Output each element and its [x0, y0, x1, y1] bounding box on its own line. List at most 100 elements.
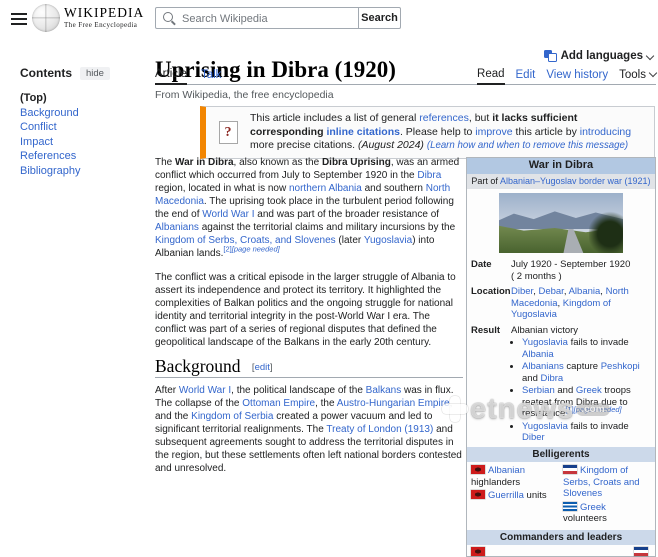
date-value: July 1920 - September 1920( 2 months ) [511, 259, 651, 282]
wikipedia-wordmark[interactable]: WIKIPEDIA The Free Encyclopedia [64, 6, 144, 29]
text-span: After [155, 385, 179, 396]
infobox-row-date: Date July 1920 - September 1920( 2 month… [467, 257, 655, 284]
contents-title: Contents [20, 66, 72, 80]
text-link[interactable]: Yugoslavia [522, 421, 568, 432]
tab-edit[interactable]: Edit [516, 69, 536, 84]
text-link[interactable]: Yugoslavia [522, 337, 568, 348]
article-body: The War in Dibra, also known as the Dibr… [155, 156, 463, 486]
text-span: and [522, 372, 541, 384]
date-label: Date [471, 259, 492, 270]
sidebar-item-bibliography[interactable]: Bibliography [20, 164, 146, 179]
text-span: ( 2 months ) [511, 270, 562, 282]
text-link[interactable]: World War I [179, 385, 231, 396]
wikipedia-globe-icon[interactable] [32, 4, 60, 32]
text-span: (August 2024) [357, 139, 424, 151]
text-link[interactable]: introducing [580, 126, 631, 138]
text-link[interactable]: Albanian–Yugoslav border war (1921) [500, 176, 651, 186]
paragraph-lead-2: The conflict was a critical episode in t… [155, 271, 463, 349]
text-span: , the political landscape of the [231, 385, 366, 396]
sidebar-item-impact[interactable]: Impact [20, 135, 146, 150]
edit-section-link[interactable]: [edit] [252, 362, 273, 373]
text-link[interactable]: Diber [511, 286, 533, 297]
text-span: capture [563, 361, 601, 372]
text-link[interactable]: Debar [538, 286, 563, 297]
albanian-flag-icon [471, 547, 485, 556]
text-link[interactable]: Balkans [366, 385, 402, 396]
text-link[interactable]: references [419, 112, 469, 124]
text-link[interactable]: [1] [565, 405, 573, 414]
text-link[interactable]: [page needed] [574, 405, 622, 414]
text-link[interactable]: Albania [569, 286, 601, 297]
result-bullet: Serbian and Greek troops reateat from Di… [522, 385, 651, 420]
text-link[interactable]: Albania [522, 349, 554, 360]
text-link[interactable]: [page needed] [232, 245, 280, 254]
text-span: fails to invade [567, 337, 629, 348]
tab-article[interactable]: Article [155, 68, 187, 85]
text-link[interactable]: Dibra [541, 373, 564, 384]
text-span: volunteers [563, 513, 607, 524]
sidebar-item-top[interactable]: (Top) [20, 91, 146, 106]
text-link[interactable]: Serbian [522, 385, 555, 396]
text-span: this article by [512, 125, 580, 138]
commanders-header: Commanders and leaders [467, 529, 655, 545]
tab-view-history[interactable]: View history [546, 69, 608, 84]
yugoslav-flag-icon [563, 465, 577, 474]
add-languages-button[interactable]: Add languages [543, 50, 655, 62]
text-link[interactable]: Guerrilla [488, 490, 524, 501]
text-link[interactable]: Austro-Hungarian Empire [337, 398, 450, 409]
paragraph-lead-1: The War in Dibra, also known as the Dibr… [155, 156, 463, 260]
text-link[interactable]: Dibra [417, 170, 441, 181]
greek-flag-icon [563, 501, 577, 511]
text-link[interactable]: Kingdom of Serbia [191, 411, 273, 422]
photo-bush [589, 211, 623, 253]
albanian-flag-icon [471, 465, 485, 474]
text-span: War in Dibra [175, 157, 234, 168]
sidebar-item-conflict[interactable]: Conflict [20, 120, 146, 135]
text-link[interactable]: [2] [223, 245, 231, 254]
text-link[interactable]: Peshkopi [601, 361, 640, 372]
text-link[interactable]: northern Albania [289, 183, 362, 194]
belligerent-line: Guerrilla units [471, 490, 559, 502]
chevron-down-icon [648, 68, 658, 78]
text-span: Part of [471, 175, 500, 186]
text-span: Albanian victory [511, 324, 579, 336]
site-tagline: From Wikipedia, the free encyclopedia [155, 89, 334, 101]
text-span: ] [269, 362, 273, 373]
search-button[interactable]: Search [358, 7, 401, 29]
albanian-flag-icon [471, 490, 485, 499]
text-link[interactable]: Albanians [155, 222, 199, 233]
infobox-war-in-dibra: War in Dibra Part of Albanian–Yugoslav b… [466, 157, 656, 557]
text-link[interactable]: Ottoman Empire [242, 398, 315, 409]
search-box[interactable] [155, 7, 359, 29]
infobox-photo[interactable] [499, 193, 623, 253]
text-link[interactable]: Greek [576, 385, 602, 396]
sidebar-item-background[interactable]: Background [20, 106, 146, 121]
text-link[interactable]: Greek [580, 502, 606, 513]
contents-hide-button[interactable]: hide [80, 66, 110, 80]
text-link[interactable]: Albanians [522, 361, 564, 372]
text-link[interactable]: (Learn how and when to remove this messa… [427, 140, 628, 151]
text-span: The [155, 157, 176, 168]
text-link[interactable]: Treaty of London (1913) [326, 424, 433, 435]
text-link[interactable]: improve [475, 126, 512, 138]
text-link[interactable]: Diber [522, 432, 545, 443]
text-link[interactable]: Yugoslavia [364, 235, 412, 246]
contents-sidebar: Contents hide (Top) Background Conflict … [20, 66, 146, 178]
tab-read[interactable]: Read [477, 68, 505, 85]
wordmark-title: WIKIPEDIA [64, 5, 145, 20]
result-value: Albanian victory Yugoslavia fails to inv… [511, 325, 651, 445]
text-link[interactable]: inline citations [326, 126, 400, 138]
result-bullet: Yugoslavia fails to invade Diber [522, 421, 651, 444]
chevron-down-icon [645, 51, 655, 61]
search-icon [163, 12, 173, 22]
tab-talk[interactable]: Talk [201, 69, 221, 84]
text-link[interactable]: World War I [202, 209, 254, 220]
sidebar-item-references[interactable]: References [20, 149, 146, 164]
tab-tools[interactable]: Tools [619, 68, 658, 84]
text-link[interactable]: Albanian [488, 465, 525, 476]
citation-notice-box: ? This article includes a list of genera… [200, 106, 655, 159]
hamburger-menu-icon[interactable] [9, 10, 29, 28]
text-link[interactable]: edit [255, 362, 270, 373]
text-span: and southern [361, 183, 426, 194]
search-input[interactable] [180, 9, 356, 29]
